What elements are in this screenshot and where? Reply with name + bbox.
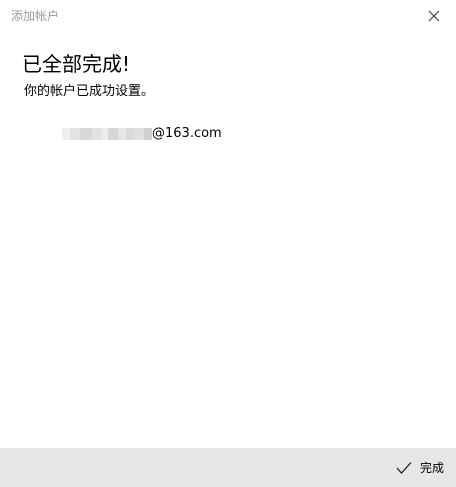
done-button[interactable]: 完成: [396, 457, 444, 479]
account-entry: @163.com: [62, 125, 222, 143]
title-bar: 添加帐户: [0, 0, 456, 32]
window-title: 添加帐户: [11, 9, 60, 23]
redacted-username: [62, 128, 152, 140]
account-email-domain: @163.com: [152, 126, 222, 141]
page-title: 已全部完成!: [22, 52, 131, 76]
checkmark-icon: [396, 462, 412, 474]
close-button[interactable]: [422, 4, 446, 28]
success-message: 你的帐户已成功设置。: [24, 84, 155, 99]
close-icon: [428, 10, 440, 22]
footer-bar: 完成: [0, 448, 456, 487]
add-account-dialog: 添加帐户 已全部完成! 你的帐户已成功设置。 @163.com 完成: [0, 0, 456, 487]
done-button-label: 完成: [419, 461, 444, 475]
